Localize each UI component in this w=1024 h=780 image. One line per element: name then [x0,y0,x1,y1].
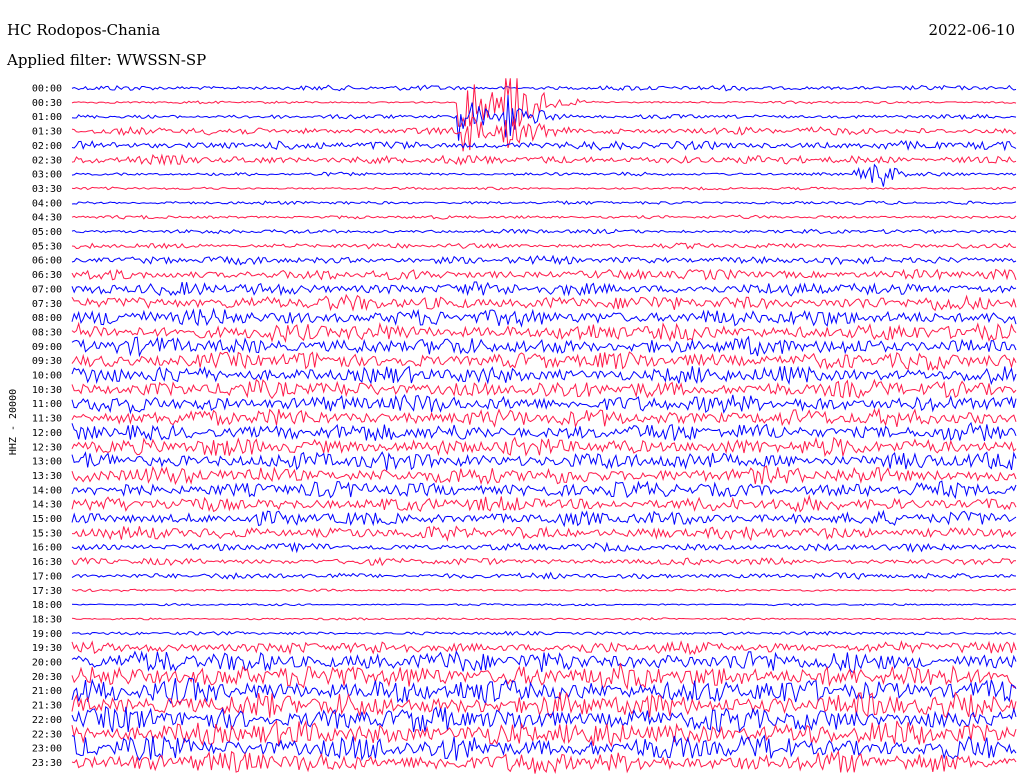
row-label-0200: 02:00 [32,141,62,152]
row-label-1930: 19:30 [32,643,62,654]
row-label-2000: 20:00 [32,658,62,669]
row-label-1400: 14:00 [32,485,62,496]
trace-row-0330 [71,186,1017,191]
trace-row-2000 [71,650,1017,673]
row-label-2030: 20:30 [32,672,62,683]
trace-row-1400 [71,480,1017,500]
row-label-0600: 06:00 [32,256,62,267]
trace-row-1430 [71,494,1017,513]
row-label-1230: 12:30 [32,442,62,453]
row-label-1700: 17:00 [32,571,62,582]
row-label-1630: 16:30 [32,557,62,568]
trace-row-0630 [71,268,1017,281]
row-label-1030: 10:30 [32,385,62,396]
row-label-0800: 08:00 [32,313,62,324]
row-label-1000: 10:00 [32,371,62,382]
row-label-0100: 01:00 [32,112,62,123]
trace-row-1930 [71,640,1017,656]
row-label-0130: 01:30 [32,127,62,138]
row-label-1100: 11:00 [32,399,62,410]
trace-row-0800 [71,307,1017,328]
trace-row-0400 [71,200,1017,206]
row-label-1830: 18:30 [32,614,62,625]
row-label-1530: 15:30 [32,528,62,539]
row-label-2230: 22:30 [32,729,62,740]
trace-row-1230 [71,436,1017,458]
row-label-1200: 12:00 [32,428,62,439]
row-label-2200: 22:00 [32,715,62,726]
trace-row-0700 [71,281,1017,297]
trace-row-0430 [71,214,1017,220]
row-label-0500: 05:00 [32,227,62,238]
trace-row-2330 [71,749,1017,774]
row-label-0330: 03:30 [32,184,62,195]
trace-row-1800 [71,602,1017,607]
row-label-1330: 13:30 [32,471,62,482]
trace-row-1130 [71,407,1017,429]
row-label-0300: 03:00 [32,170,62,181]
trace-row-1830 [71,617,1017,621]
trace-row-0300 [71,163,1017,187]
trace-row-1900 [71,630,1017,636]
row-label-0400: 04:00 [32,198,62,209]
trace-row-0530 [71,242,1017,250]
trace-row-1600 [71,541,1017,554]
row-label-1800: 18:00 [32,600,62,611]
trace-row-0500 [71,228,1017,235]
row-label-0630: 06:30 [32,270,62,281]
trace-row-1530 [71,525,1017,542]
trace-row-0600 [71,254,1017,266]
row-label-2130: 21:30 [32,701,62,712]
trace-row-1630 [71,556,1017,567]
row-label-2330: 23:30 [32,758,62,769]
trace-row-0030 [71,78,1017,127]
row-label-group: 00:00 00:30 01:00 01:30 02:00 02:30 03:00 03:30… [32,84,62,769]
row-label-0930: 09:30 [32,356,62,367]
row-label-0700: 07:00 [32,284,62,295]
row-label-1500: 15:00 [32,514,62,525]
row-label-0230: 02:30 [32,155,62,166]
trace-row-1300 [71,451,1017,471]
row-label-1130: 11:30 [32,414,62,425]
row-label-1730: 17:30 [32,586,62,597]
trace-group [71,78,1017,774]
trace-row-1330 [71,465,1017,486]
trace-row-0930 [71,351,1017,371]
row-label-1430: 14:30 [32,500,62,511]
row-label-0830: 08:30 [32,327,62,338]
row-label-2100: 21:00 [32,686,62,697]
trace-row-0830 [71,321,1017,344]
row-label-0530: 05:30 [32,241,62,252]
trace-row-0200 [71,139,1017,152]
row-label-2300: 23:00 [32,744,62,755]
row-label-1900: 19:00 [32,629,62,640]
trace-row-1730 [71,588,1017,593]
row-label-1600: 16:00 [32,543,62,554]
trace-row-1700 [71,571,1017,580]
y-axis-label: HHZ - 20000 [8,389,19,455]
row-label-0000: 00:00 [32,84,62,95]
row-label-0030: 00:30 [32,98,62,109]
trace-row-0230 [71,153,1017,167]
trace-row-0100 [71,95,1017,141]
row-label-0430: 04:30 [32,213,62,224]
seismogram-plot: 00:00 00:30 01:00 01:30 02:00 02:30 03:00 03:30… [8,78,1017,774]
trace-row-1030 [71,378,1017,400]
trace-row-1500 [71,509,1017,528]
trace-row-1200 [71,421,1017,442]
row-label-0730: 07:30 [32,299,62,310]
row-label-0900: 09:00 [32,342,62,353]
row-label-1300: 13:00 [32,457,62,468]
trace-row-2130 [71,691,1017,719]
trace-row-0000 [71,84,1017,92]
